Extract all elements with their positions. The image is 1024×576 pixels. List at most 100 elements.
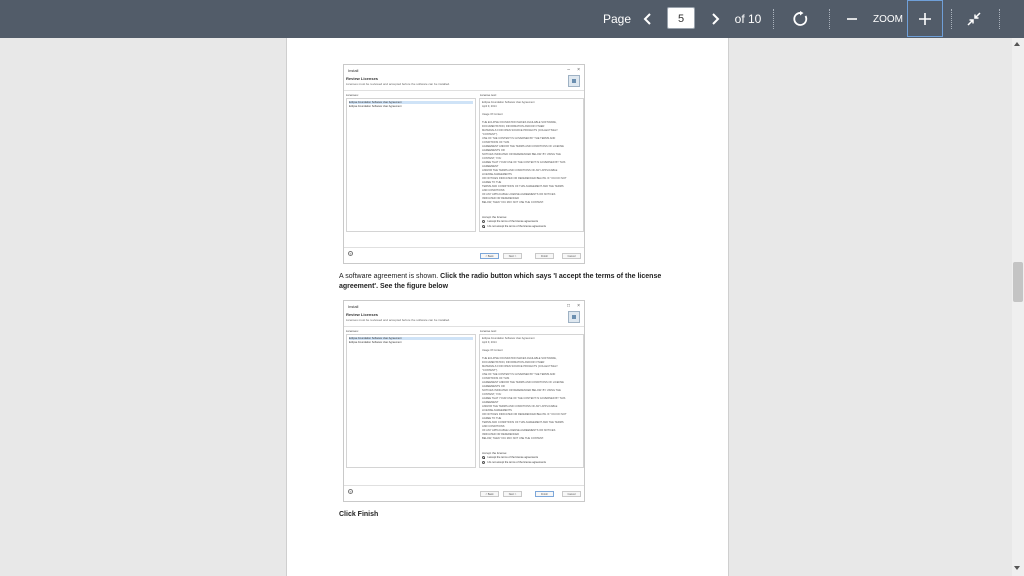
decline-radio-label: I do not accept the terms of the license… [487, 225, 546, 228]
license-text-line: OF ANY APPLICABLE LICENSE AGREEMENTS OR … [482, 193, 556, 196]
accept-radio-label: I accept the terms of the license agreem… [487, 456, 539, 459]
license-text-line: AND CONDITIONS [482, 189, 505, 192]
license-text-line: INDICATED OR REFERENCED [482, 197, 519, 200]
chevron-left-icon [643, 13, 651, 25]
pdf-page: Install – × Review Licenses Licenses mus… [286, 38, 729, 576]
chevron-right-icon [712, 13, 720, 25]
cancel-button[interactable]: Cancel [562, 491, 581, 497]
license-text-line: LICENSE AGREEMENTS [482, 409, 512, 412]
license-text-line: DOCUMENTATION, INFORMATION AND/OR OTHER [482, 125, 545, 128]
toolbar-divider [951, 9, 952, 29]
license-text-line: THE ECLIPSE FOUNDATION MAKES AVAILABLE S… [482, 121, 557, 124]
licenses-list[interactable]: Eclipse Foundation Software User Agreeme… [346, 334, 476, 468]
licenses-label: Licenses: [346, 93, 359, 97]
license-text-line: THE ECLIPSE FOUNDATION MAKES AVAILABLE S… [482, 357, 557, 360]
license-text-label: License text: [480, 93, 497, 97]
finish-caption: Click Finish [339, 511, 379, 518]
list-item[interactable]: Eclipse Foundation Software User Agreeme… [349, 341, 473, 344]
plus-icon [919, 13, 931, 25]
license-text-line: AND/OR THE TERMS AND CONDITIONS OF ANY A… [482, 405, 558, 408]
license-text-line: AND/OR THE TERMS AND CONDITIONS OF ANY A… [482, 169, 558, 172]
help-icon[interactable]: ? [348, 251, 353, 256]
license-text-line: AGREEMENT AND/OR THE TERMS AND CONDITION… [482, 381, 564, 384]
pdf-toolbar: Page 5 of 10 ZOOM [0, 0, 1024, 38]
license-text-line: "CONTENT"). [482, 369, 498, 372]
accept-radio[interactable] [482, 456, 485, 459]
collapse-icon [967, 12, 981, 26]
installer-banner-icon [568, 75, 580, 87]
zoom-out-button[interactable] [841, 0, 863, 38]
decline-radio[interactable] [482, 225, 485, 228]
toolbar-divider [829, 9, 830, 29]
list-item[interactable]: Eclipse Foundation Software User Agreeme… [349, 105, 473, 108]
close-icon: × [577, 67, 580, 73]
license-text-line: Usage Of Content [482, 113, 503, 116]
decline-radio[interactable] [482, 461, 485, 464]
decline-radio-label: I do not accept the terms of the license… [487, 461, 546, 464]
toolbar-divider [999, 9, 1000, 29]
header-divider [344, 90, 584, 91]
license-text-line: AGREE TO THE [482, 417, 502, 420]
license-text-line: CONDITIONS OF THIS [482, 141, 510, 144]
list-item[interactable]: Eclipse Foundation Software User Agreeme… [349, 337, 473, 340]
help-icon[interactable]: ? [348, 489, 353, 494]
accept-radio-group: I accept the terms of the license agreem… [482, 456, 582, 467]
total-pages-label: of 10 [734, 12, 762, 26]
license-text-line: April 9, 2014 [482, 341, 497, 344]
page-label: Page [602, 12, 632, 26]
back-button[interactable]: < Back [480, 253, 499, 259]
document-viewer[interactable]: Install – × Review Licenses Licenses mus… [0, 38, 1024, 576]
license-text-pane: Eclipse Foundation Software User Agreeme… [479, 98, 584, 232]
license-text-line: NOTICES INDICATED OR REFERENCED BELOW. B… [482, 153, 561, 156]
minimize-icon: – [567, 67, 570, 73]
toolbar-divider [773, 9, 774, 29]
license-text-line: AGREE TO THE [482, 181, 502, 184]
instruction-caption: A software agreement is shown. Click the… [339, 272, 679, 292]
accept-prompt: Accept the license: [482, 215, 508, 219]
scroll-down-icon[interactable] [1014, 566, 1020, 570]
finish-button[interactable]: Finish [535, 491, 554, 497]
dialog-heading: Review Licenses [346, 76, 379, 81]
scroll-up-icon[interactable] [1014, 42, 1020, 46]
accept-radio[interactable] [482, 220, 485, 223]
zoom-label: ZOOM [873, 13, 903, 25]
accept-radio-label: I accept the terms of the license agreem… [487, 220, 539, 223]
license-text-line: AND CONDITIONS [482, 425, 505, 428]
dialog-subheading: Licenses must be reviewed and accepted b… [346, 82, 451, 86]
finish-button[interactable]: Finish [535, 253, 554, 259]
minus-icon [847, 18, 857, 20]
accept-radio-group: I accept the terms of the license agreem… [482, 220, 582, 231]
license-text-line: MATERIALS FOR OPEN SOURCE PROJECTS (COLL… [482, 365, 558, 368]
exit-fullscreen-button[interactable] [962, 0, 986, 38]
license-text-line: Eclipse Foundation Software User Agreeme… [482, 337, 535, 340]
vertical-scrollbar[interactable] [1012, 38, 1024, 576]
next-page-button[interactable] [705, 0, 725, 38]
license-text-line: CONTENT, YOU [482, 157, 502, 160]
window-title: Install [348, 68, 359, 73]
license-text-line: AGREE THAT YOUR USE OF THE CONTENT IS GO… [482, 397, 566, 400]
license-text-line: LICENSE AGREEMENTS [482, 173, 512, 176]
maximize-icon: □ [566, 303, 570, 309]
previous-page-button[interactable] [638, 0, 658, 38]
scrollbar-thumb[interactable] [1013, 262, 1023, 302]
licenses-list[interactable]: Eclipse Foundation Software User Agreeme… [346, 98, 476, 232]
next-button[interactable]: Next > [503, 253, 522, 259]
installer-screenshot-1: Install – × Review Licenses Licenses mus… [343, 64, 585, 264]
accept-prompt: Accept the license: [482, 451, 508, 455]
license-text-line: BELOW, THEN YOU MAY NOT USE THE CONTENT. [482, 201, 544, 204]
cancel-button[interactable]: Cancel [562, 253, 581, 259]
list-item[interactable]: Eclipse Foundation Software User Agreeme… [349, 101, 473, 104]
license-text-line: AGREEMENTS OR [482, 149, 505, 152]
zoom-in-button[interactable] [910, 0, 940, 38]
installer-banner-icon [568, 311, 580, 323]
license-text-line: CONTENT, YOU [482, 393, 502, 396]
rotate-button[interactable] [788, 0, 814, 38]
license-text-line: OR NOTICES INDICATED OR REFERENCED BELOW… [482, 413, 567, 416]
next-button[interactable]: Next > [503, 491, 522, 497]
license-text-line: NOTICES INDICATED OR REFERENCED BELOW. B… [482, 389, 561, 392]
back-button[interactable]: < Back [480, 491, 499, 497]
license-text-line: USE OF THE CONTENT IS GOVERNED BY THE TE… [482, 373, 556, 376]
license-text-line: AGREEMENT [482, 401, 499, 404]
license-text-line: OF ANY APPLICABLE LICENSE AGREEMENTS OR … [482, 429, 556, 432]
page-number-input[interactable]: 5 [667, 7, 695, 29]
